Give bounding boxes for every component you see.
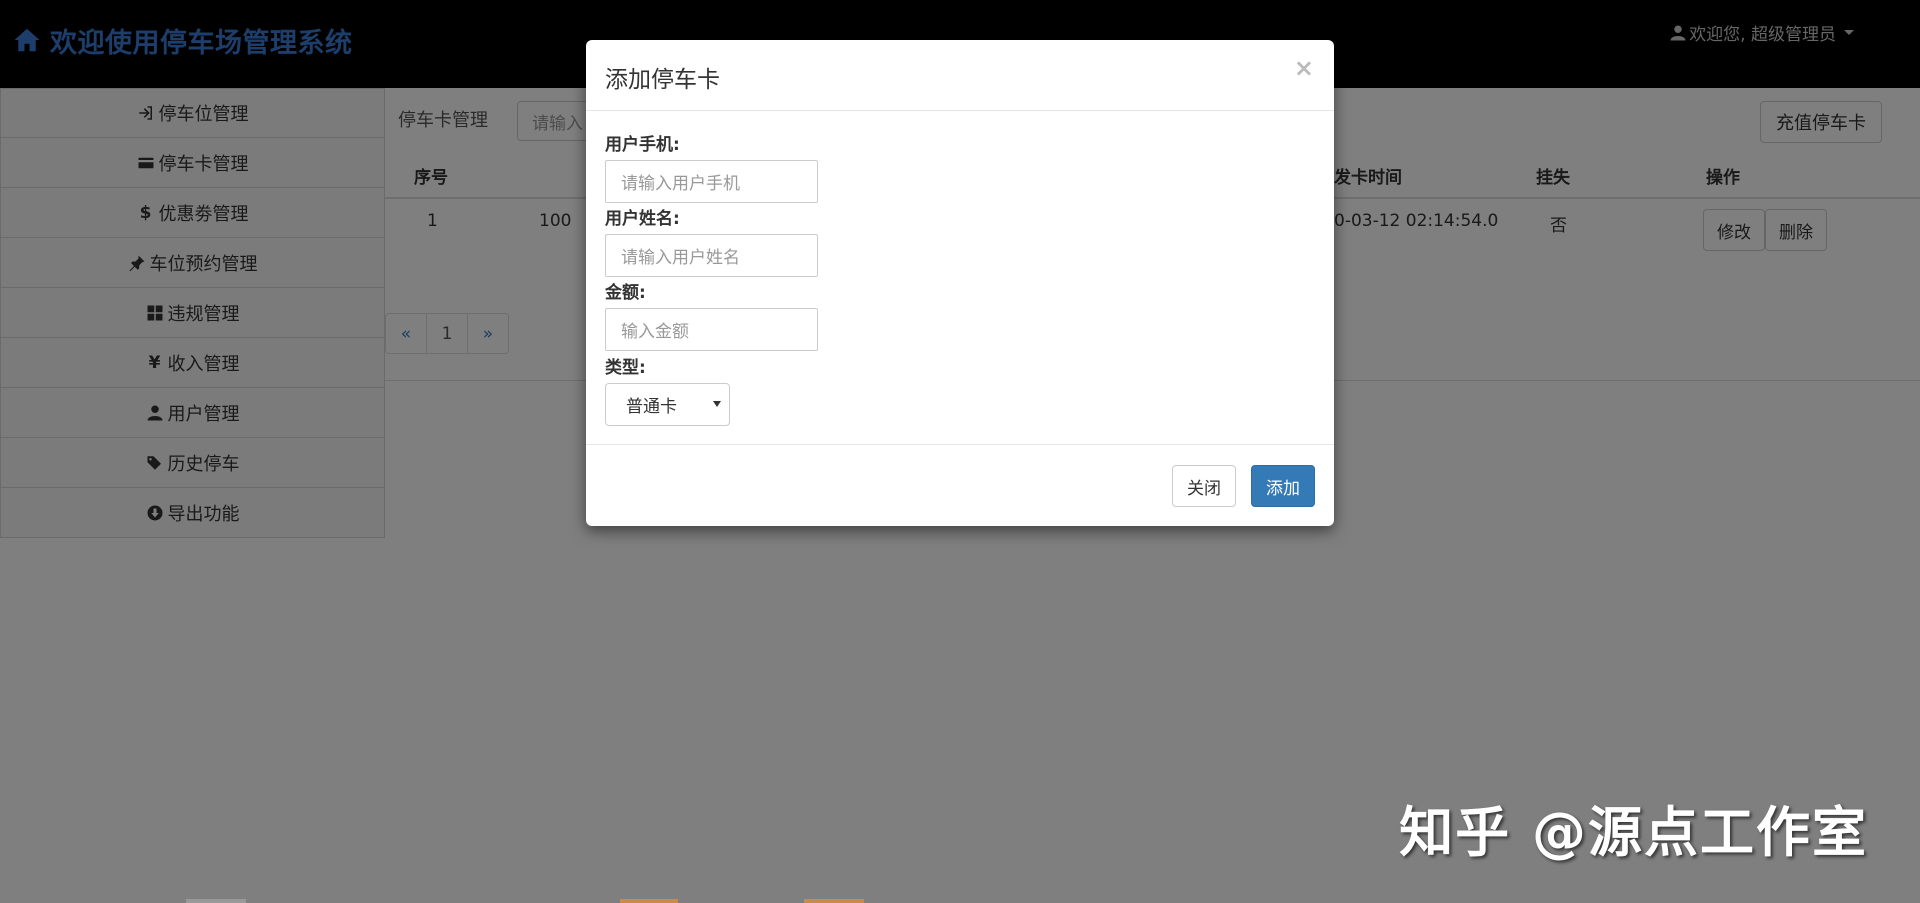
close-icon[interactable]: × (1294, 54, 1314, 82)
name-label: 用户姓名: (605, 209, 680, 229)
phone-field[interactable]: 请输入用户手机 (605, 160, 818, 203)
add-card-modal: 添加停车卡 × 用户手机: 请输入用户手机 用户姓名: 请输入用户姓名 金额: … (586, 40, 1334, 526)
watermark: 知乎 @源点工作室 (1399, 801, 1868, 864)
bottom-mark (620, 899, 678, 903)
phone-label: 用户手机: (605, 135, 680, 155)
close-button[interactable]: 关闭 (1172, 465, 1236, 507)
bottom-mark (804, 899, 864, 903)
modal-footer: 关闭 添加 (586, 444, 1334, 526)
amount-label: 金额: (605, 283, 646, 303)
bottom-mark (186, 899, 246, 903)
name-field[interactable]: 请输入用户姓名 (605, 234, 818, 277)
amount-field[interactable]: 输入金额 (605, 308, 818, 351)
chevron-down-icon (713, 401, 721, 407)
type-select[interactable]: 普通卡 (605, 383, 730, 426)
type-label: 类型: (605, 358, 646, 378)
add-button[interactable]: 添加 (1251, 465, 1315, 507)
modal-title: 添加停车卡 (605, 67, 720, 93)
modal-header: 添加停车卡 × (586, 40, 1334, 111)
type-select-value: 普通卡 (626, 397, 677, 417)
